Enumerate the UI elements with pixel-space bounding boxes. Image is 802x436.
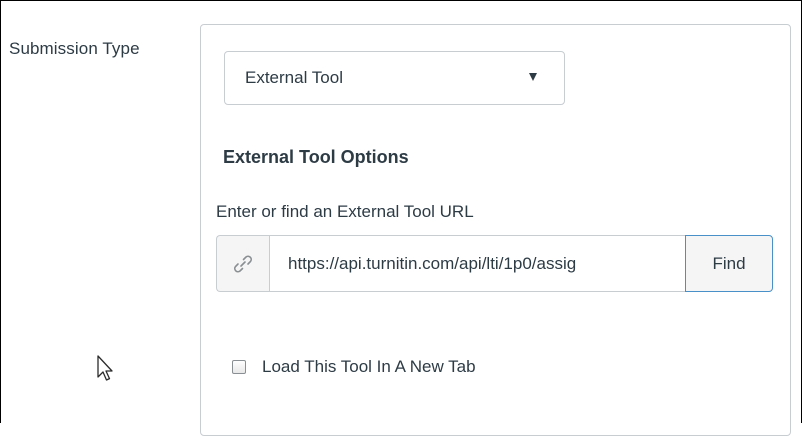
link-icon-addon [216, 235, 269, 292]
mouse-pointer-icon [97, 355, 113, 381]
dropdown-arrow-icon [529, 73, 537, 81]
submission-type-selected-value: External Tool [245, 68, 343, 87]
external-tool-url-label: Enter or find an External Tool URL [216, 202, 474, 221]
external-tool-url-input[interactable] [269, 235, 685, 292]
find-button[interactable]: Find [685, 235, 773, 292]
external-tool-options-heading: External Tool Options [223, 147, 409, 167]
load-in-new-tab-checkbox[interactable] [232, 360, 246, 374]
load-in-new-tab-label[interactable]: Load This Tool In A New Tab [262, 357, 476, 377]
submission-type-select[interactable]: External Tool [224, 51, 565, 105]
submission-type-label: Submission Type [9, 39, 140, 58]
link-icon [234, 255, 252, 273]
load-in-new-tab-row[interactable]: Load This Tool In A New Tab [232, 357, 476, 377]
external-tool-url-group: Find [216, 235, 773, 292]
